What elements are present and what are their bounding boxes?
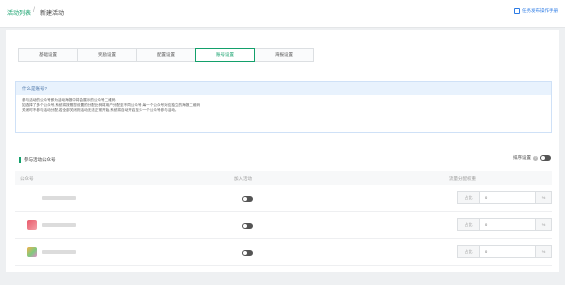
notice-line: 关闭时不参与活动分配,若全部关闭则活动无法正常开始,系统将自动开启至少一个公众号… bbox=[22, 108, 179, 113]
table-header: 公众号 加入活动 流量分配权重 bbox=[15, 171, 552, 185]
account-name-redacted bbox=[42, 196, 76, 200]
tab-config[interactable]: 配置设置 bbox=[136, 48, 196, 62]
top-bar: 活动列表 / 新建活动 任务发布操作手册 bbox=[0, 0, 565, 28]
account-avatar bbox=[27, 193, 37, 203]
table-row: 占比 0 % bbox=[15, 239, 552, 266]
breadcrumb-activity-list[interactable]: 活动列表 bbox=[7, 8, 31, 17]
weight-value[interactable]: 0 bbox=[480, 246, 535, 257]
column-header-account: 公众号 bbox=[20, 176, 34, 181]
tab-reward[interactable]: 奖励设置 bbox=[77, 48, 137, 62]
weight-unit: % bbox=[535, 192, 551, 203]
account-name-redacted bbox=[42, 223, 76, 227]
weight-unit: % bbox=[535, 246, 551, 257]
join-activity-toggle[interactable] bbox=[242, 250, 253, 256]
account-avatar bbox=[27, 247, 37, 257]
sort-setting-label: 排序设置 bbox=[513, 155, 531, 160]
weight-prefix: 占比 bbox=[458, 246, 480, 257]
join-activity-toggle[interactable] bbox=[242, 223, 253, 229]
question-icon[interactable]: ? bbox=[533, 155, 538, 161]
settings-tabs: 基础设置 奖励设置 配置设置 账号设置 海报设置 bbox=[18, 48, 314, 62]
weight-prefix: 占比 bbox=[458, 219, 480, 230]
breadcrumb-separator: / bbox=[33, 7, 35, 14]
sort-toggle[interactable] bbox=[540, 155, 551, 161]
weight-input[interactable]: 占比 0 % bbox=[457, 191, 552, 204]
notice-title: 什么是账号? bbox=[16, 82, 551, 95]
weight-unit: % bbox=[535, 219, 551, 230]
tab-basic[interactable]: 基础设置 bbox=[18, 48, 78, 62]
join-activity-toggle[interactable] bbox=[242, 196, 253, 202]
section-title-label: 参与活动公众号 bbox=[24, 157, 56, 162]
main-card: 基础设置 奖励设置 配置设置 账号设置 海报设置 什么是账号? 参与活动的公众号… bbox=[6, 30, 559, 272]
tab-poster[interactable]: 海报设置 bbox=[254, 48, 314, 62]
sort-setting: 排序设置 ? bbox=[513, 155, 551, 161]
weight-prefix: 占比 bbox=[458, 192, 480, 203]
document-icon bbox=[514, 8, 520, 14]
account-avatar bbox=[27, 220, 37, 230]
section-accent-bar bbox=[19, 157, 21, 163]
account-name-redacted bbox=[42, 250, 76, 254]
help-manual-label: 任务发布操作手册 bbox=[522, 8, 558, 13]
weight-input[interactable]: 占比 0 % bbox=[457, 245, 552, 258]
page-title: 新建活动 bbox=[40, 11, 65, 17]
weight-input[interactable]: 占比 0 % bbox=[457, 218, 552, 231]
table-row: 占比 0 % bbox=[15, 185, 552, 212]
help-manual-link[interactable]: 任务发布操作手册 bbox=[514, 8, 558, 14]
weight-value[interactable]: 0 bbox=[480, 219, 535, 230]
info-notice: 什么是账号? 参与活动的公众号即为活动海报中将会展示的公众号二维码 如选择了多个… bbox=[15, 81, 552, 133]
weight-value[interactable]: 0 bbox=[480, 192, 535, 203]
column-header-weight: 流量分配权重 bbox=[449, 176, 476, 181]
section-title: 参与活动公众号 bbox=[19, 157, 56, 163]
tab-account[interactable]: 账号设置 bbox=[195, 48, 255, 62]
column-header-join: 加入活动 bbox=[234, 176, 252, 181]
table-row: 占比 0 % bbox=[15, 212, 552, 239]
